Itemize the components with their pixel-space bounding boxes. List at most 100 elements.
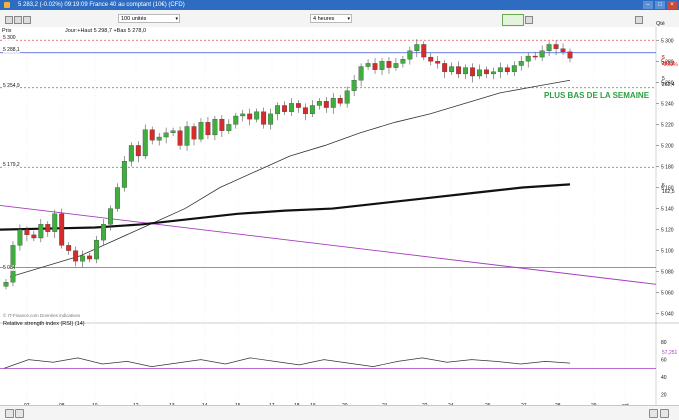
toolbar: 100 unités ▾ 4 heures ▾ Qté [0,10,679,28]
candle-body [393,63,399,68]
candle-body [38,224,44,239]
app-icon [4,2,10,8]
rsi-tick-label: 20 [661,393,667,399]
daily-high-low-info: Jour:+Haut 5 298,7 +Bas 5 278,0 [65,28,147,34]
candle-body [400,59,406,64]
candle-body [421,44,427,58]
candle-body [66,245,72,251]
candle-body [456,66,462,75]
y-tick-label: 5 200 [661,143,674,149]
candle-body [497,67,503,72]
ma-value-tag: 5 162,5 [662,183,675,195]
rsi-tick-label: 40 [661,375,667,381]
candle-body [3,282,9,287]
candle-body [358,66,364,81]
y-tick-label: 5 120 [661,228,674,234]
candle-body [518,61,524,66]
candle-body [490,71,496,75]
chart-panel[interactable]: 5 300 5 280 5 260 5 240 5 220 5 200 5 180 5 160… [0,27,679,419]
candle-body [546,44,552,51]
candle-body [365,63,371,67]
ma-value-tag: 5 262,4 [662,76,675,88]
candle-body [351,80,357,91]
candle-body [309,105,315,115]
level-label: 5 179,2 [3,162,20,168]
candle-body [407,50,413,60]
candle-body [135,145,141,157]
candle-body [477,69,482,77]
candle-body [226,124,232,131]
y-tick-label: 5 180 [661,164,674,170]
scroll-right-icon[interactable] [660,409,669,418]
maximize-button[interactable]: □ [655,1,665,9]
y-tick-label: 5 240 [661,101,674,107]
y-tick-label: 5 100 [661,249,674,255]
rsi-title: Relative strength index (RSI) (14) [3,321,85,327]
candle-body [261,111,267,125]
close-button[interactable]: × [667,1,677,9]
candle-body [470,67,475,77]
candle-body [428,56,434,62]
candle-body [205,122,211,136]
candle-body [254,111,260,120]
candle-body [268,113,274,125]
candle-body [107,208,113,225]
y-tick-label: 5 220 [661,122,674,128]
scroll-left-icon[interactable] [649,409,658,418]
candle-body [337,97,343,104]
candle-body [212,118,218,136]
candle-body [316,101,322,106]
candle-body [24,229,30,236]
candle-body [567,51,573,59]
candle-body [198,122,204,140]
y-tick-label: 5 040 [661,312,674,318]
chevron-down-icon: ▾ [347,16,350,22]
y-tick-label: 5 080 [661,270,674,276]
weekly-low-annotation: PLUS BAS DE LA SEMAINE [544,91,650,100]
candle-body [386,61,392,68]
candle-body [17,229,23,246]
y-tick-label: 5 140 [661,207,674,213]
chevron-down-icon: ▾ [175,16,178,22]
candle-body [295,103,301,108]
candle-body [149,129,155,141]
options-icon[interactable] [525,16,533,24]
chart-tools-icon[interactable] [502,14,524,26]
candle-body [483,69,489,75]
price-chart[interactable]: 5 3005 2805 2605 2405 2205 2005 1805 160… [0,27,679,419]
indicators-icon[interactable] [23,16,31,24]
candle-body [275,105,281,115]
candle-body [504,67,510,72]
size-select[interactable]: 100 unités ▾ [118,14,180,23]
period-select[interactable]: 4 heures ▾ [310,14,352,23]
data-source-note: © IT-Finance.com Données indicatives [3,313,81,318]
candle-body [525,55,531,62]
y-tick-label: 5 300 [661,38,674,44]
rsi-tick-label: 80 [661,340,667,346]
candle-body [45,224,51,232]
candle-body [59,213,65,246]
candle-body [114,187,120,209]
candle-body [184,126,190,146]
level-label: 5 254,9 [3,83,20,89]
candle-body [372,63,378,70]
candle-body [191,126,197,140]
settings-icon[interactable] [635,16,643,24]
candle-body [511,65,517,72]
rsi-tick-label: 60 [661,358,667,364]
candle-body [379,61,385,70]
candle-body [101,224,106,241]
chart-type-icon[interactable] [5,16,13,24]
minimize-button[interactable]: – [643,1,653,9]
candle-body [344,90,350,104]
drawing-tools-icon[interactable] [14,16,22,24]
candle-body [449,66,455,72]
candle-body [73,250,79,262]
candle-body [163,132,169,138]
zoom-in-icon[interactable] [15,409,24,418]
candle-body [121,161,127,188]
zoom-out-icon[interactable] [5,409,14,418]
level-label: 5 084 [3,265,16,271]
level-label: 5 300 [3,35,16,41]
candle-body [87,255,93,260]
